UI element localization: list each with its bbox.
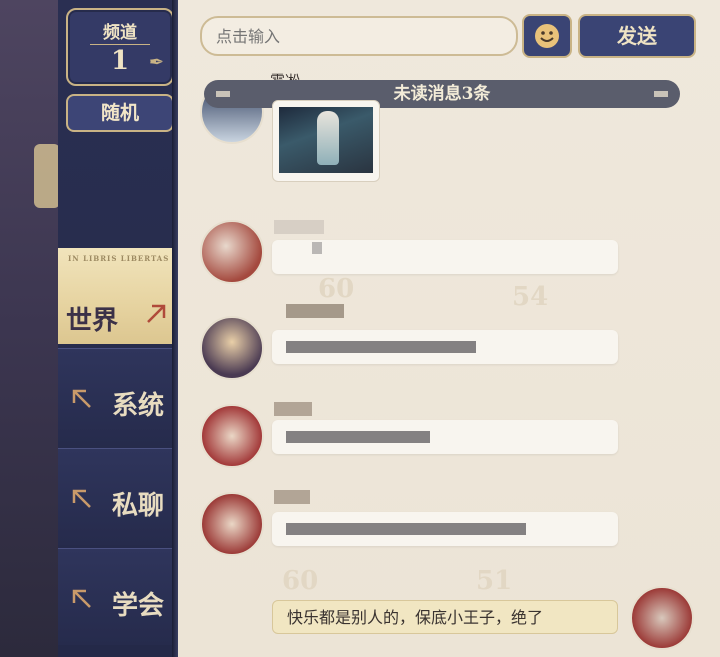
message-bubble [272, 240, 618, 274]
background-watermark: 54 [512, 282, 549, 312]
emoji-button[interactable] [522, 14, 572, 58]
background-watermark: 60 [282, 566, 319, 596]
own-message-bubble: 快乐都是别人的，保底小王子，绝了 [272, 600, 618, 634]
character-figure [317, 111, 339, 165]
sender-name-mosaic [274, 402, 312, 416]
channel-sidebar: 频道 1 ✒ 随机 IN LIBRIS LIBERTAS 世界 系统 私聊 学会 [58, 0, 178, 657]
tab-system[interactable]: 系统 [58, 348, 178, 445]
sender-name-mosaic [286, 304, 344, 318]
tab-guild[interactable]: 学会 [58, 548, 178, 645]
arrow-up-left-icon [72, 489, 91, 508]
message-mosaic [286, 341, 476, 353]
message-mosaic [312, 242, 322, 254]
random-channel-button[interactable]: 随机 [66, 94, 174, 132]
sender-name-mosaic [274, 220, 324, 234]
message-mosaic [286, 431, 430, 443]
game-background-strip [0, 0, 60, 657]
banner-ornament [216, 91, 230, 97]
tab-tagline: IN LIBRIS LIBERTAS [68, 254, 170, 263]
avatar[interactable] [200, 316, 264, 380]
image-message[interactable] [272, 100, 380, 182]
avatar[interactable] [200, 492, 264, 556]
decorative-gem [34, 144, 60, 208]
background-watermark: 60 [318, 274, 355, 304]
tab-label: 系统 [112, 391, 165, 421]
arrow-up-right-icon [147, 304, 166, 323]
send-button[interactable]: 发送 [578, 14, 696, 58]
smile-face-glyph [540, 31, 554, 42]
arrow-up-left-icon [72, 389, 91, 408]
message-input[interactable] [202, 18, 508, 54]
divider [90, 44, 150, 45]
channel-selector[interactable]: 频道 1 ✒ [66, 8, 174, 86]
message-input-wrapper [200, 16, 518, 56]
tab-label: 世界 [66, 306, 119, 336]
tab-label: 私聊 [112, 491, 165, 521]
avatar[interactable] [200, 404, 264, 468]
channel-label: 频道 [103, 23, 137, 43]
banner-ornament [654, 91, 668, 97]
message-bubble [272, 420, 618, 454]
arrow-up-left-icon [72, 589, 91, 608]
message-bubble [272, 512, 618, 546]
smile-icon [535, 24, 559, 48]
tab-private[interactable]: 私聊 [58, 448, 178, 545]
message-mosaic [286, 523, 526, 535]
tab-world[interactable]: IN LIBRIS LIBERTAS 世界 [58, 248, 178, 344]
message-bubble [272, 330, 618, 364]
sender-name-mosaic [274, 490, 310, 504]
tab-label: 学会 [112, 591, 165, 621]
chat-panel: 60 54 60 51 发送 雾凇 未读消息3条 [178, 0, 720, 657]
quill-icon: ✒ [148, 52, 164, 73]
background-watermark: 51 [476, 566, 513, 596]
avatar[interactable] [200, 220, 264, 284]
unread-count-label: 未读消息3条 [393, 84, 491, 104]
own-avatar[interactable] [630, 586, 694, 650]
